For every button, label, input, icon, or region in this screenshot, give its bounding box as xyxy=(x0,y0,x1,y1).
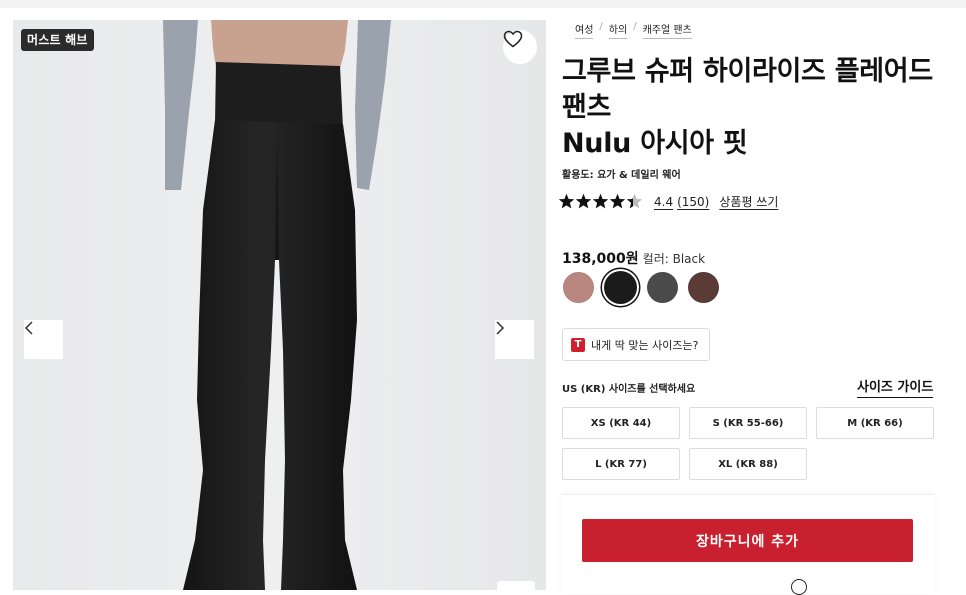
top-bar xyxy=(0,0,966,8)
fit-finder-label: 내게 딱 맞는 사이즈는? xyxy=(591,338,699,352)
chevron-right-icon xyxy=(496,321,505,335)
chevron-left-icon xyxy=(24,321,33,335)
fit-finder-logo-icon: T xyxy=(571,337,585,352)
rating-stars xyxy=(558,193,644,210)
size-option-xs[interactable]: XS (KR 44) xyxy=(562,407,680,439)
review-count-link[interactable]: (150) xyxy=(677,195,709,209)
must-have-badge: 머스트 해브 xyxy=(21,29,94,51)
info-icon[interactable] xyxy=(791,579,807,595)
product-activity: 활용도: 요가 & 데일리 웨어 xyxy=(562,170,681,181)
color-swatch-mauve[interactable] xyxy=(563,272,594,303)
heart-outline-icon xyxy=(503,30,523,48)
color-swatch-black[interactable] xyxy=(604,271,637,304)
size-option-m[interactable]: M (KR 66) xyxy=(816,407,934,439)
size-select-label: US (KR) 사이즈를 선택하세요 xyxy=(562,384,696,395)
selected-color-label: 컬러: Black xyxy=(642,252,706,266)
next-image-button[interactable] xyxy=(495,320,534,359)
price-row: 138,000원 컬러: Black xyxy=(562,248,705,268)
color-swatch-charcoal[interactable] xyxy=(647,272,678,303)
product-title-line: 팬츠 xyxy=(562,92,612,123)
product-image-gallery[interactable]: 머스트 해브 xyxy=(13,20,546,590)
previous-image-button[interactable] xyxy=(24,320,63,359)
size-option-s[interactable]: S (KR 55-66) xyxy=(689,407,807,439)
breadcrumb-bottoms[interactable]: 하의 xyxy=(608,21,628,39)
rating-summary: 4.4 (150) 상품평 쓰기 xyxy=(558,193,778,210)
size-options: XS (KR 44) S (KR 55-66) M (KR 66) L (KR … xyxy=(562,407,934,480)
fit-finder-button[interactable]: T 내게 딱 맞는 사이즈는? xyxy=(562,328,710,361)
product-title: 그루브 슈퍼 하이라이즈 플레어드 팬츠 Nulu 아시아 핏 xyxy=(562,54,952,162)
size-option-xl[interactable]: XL (KR 88) xyxy=(689,448,807,480)
breadcrumb-women[interactable]: 여성 xyxy=(575,21,594,39)
product-photo xyxy=(13,20,546,590)
size-guide-link[interactable]: 사이즈 가이드 xyxy=(857,376,934,398)
rating-score-link[interactable]: 4.4 xyxy=(654,195,673,209)
size-option-l[interactable]: L (KR 77) xyxy=(562,448,680,480)
breadcrumb-separator: / xyxy=(599,21,603,32)
breadcrumb-casual-pants[interactable]: 캐주얼 팬츠 xyxy=(642,21,692,39)
image-thumbnail-strip[interactable] xyxy=(497,581,535,590)
product-price: 138,000원 xyxy=(562,251,639,267)
add-to-cart-button[interactable]: 장바구니에 추가 xyxy=(582,519,913,562)
product-title-line: Nulu 아시아 핏 xyxy=(562,128,748,159)
star-rating-icon xyxy=(558,193,643,209)
color-swatches xyxy=(563,271,719,304)
wishlist-button[interactable] xyxy=(503,30,537,64)
color-swatch-espresso[interactable] xyxy=(688,272,719,303)
breadcrumb: 여성 / 하의 / 캐주얼 팬츠 xyxy=(575,21,692,39)
write-review-link[interactable]: 상품평 쓰기 xyxy=(719,193,778,210)
breadcrumb-separator: / xyxy=(633,21,637,32)
product-title-line: 그루브 슈퍼 하이라이즈 플레어드 xyxy=(562,56,933,87)
